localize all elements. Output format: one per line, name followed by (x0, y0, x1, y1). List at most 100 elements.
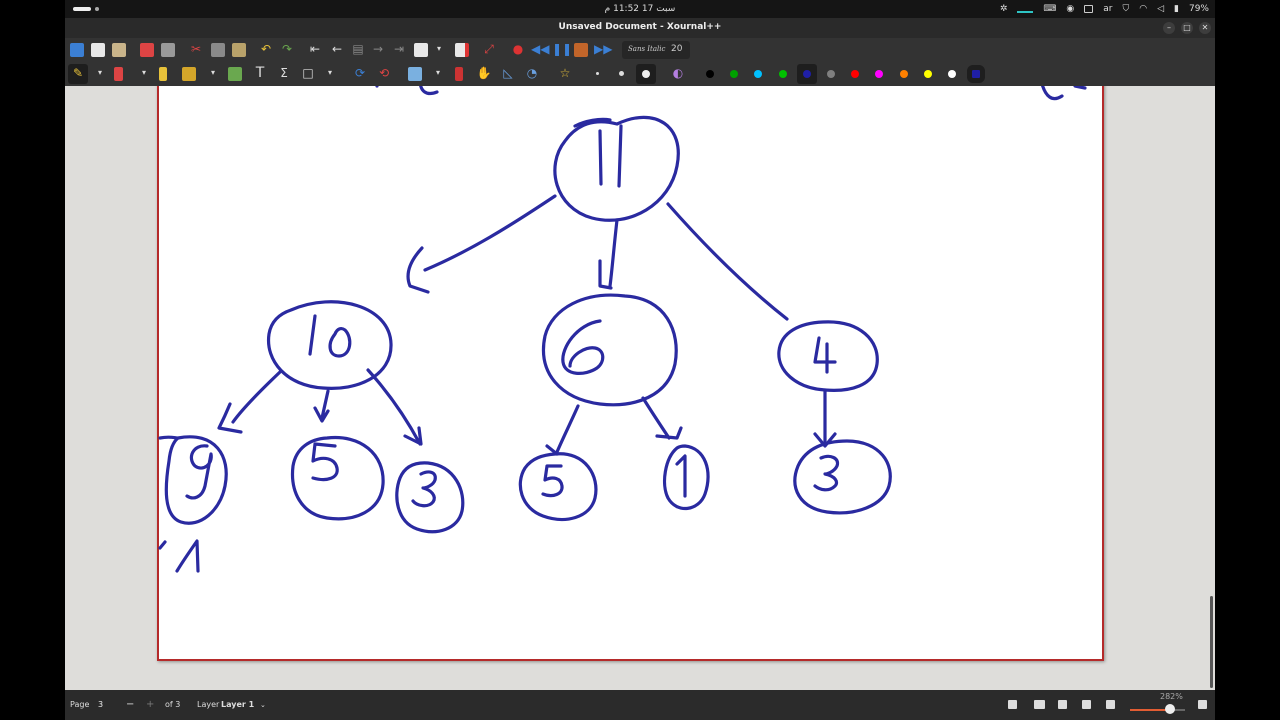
horizontal-layout-icon[interactable] (1082, 700, 1091, 709)
settings-icon[interactable]: ✲ (1000, 3, 1008, 15)
highlighter-icon[interactable] (159, 67, 167, 81)
pen-dropdown-icon[interactable]: ▾ (92, 65, 108, 81)
play-object-icon[interactable]: ☆ (557, 65, 573, 81)
color-blue-swatch[interactable] (802, 70, 811, 78)
insert-page-icon[interactable] (414, 43, 428, 57)
page-number-input[interactable]: 3 (93, 697, 119, 713)
shape-dropdown-icon[interactable]: ▾ (322, 65, 338, 81)
increment-page-button[interactable]: + (146, 700, 154, 710)
decrement-page-button[interactable]: − (126, 700, 134, 710)
digit-5b (541, 464, 564, 498)
stop-icon[interactable] (574, 43, 588, 57)
text-tool-icon[interactable]: T (252, 65, 268, 81)
minimize-button[interactable]: – (1163, 22, 1175, 34)
rewind-icon[interactable]: ◀◀ (531, 41, 549, 57)
indicator-icon[interactable] (1017, 11, 1034, 13)
fullscreen-icon[interactable]: ⤢ (481, 41, 497, 57)
color-green-swatch[interactable] (730, 70, 739, 78)
select-dropdown-icon[interactable]: ▾ (205, 65, 221, 81)
color-yellow-swatch[interactable] (923, 70, 932, 78)
eraser-dropdown-icon[interactable]: ▾ (136, 65, 152, 81)
paste-icon[interactable] (232, 43, 246, 57)
wifi-icon[interactable]: ◠ (1139, 3, 1147, 15)
edge-10-to-5 (313, 389, 330, 423)
image-icon[interactable] (228, 67, 242, 81)
fill-icon[interactable] (408, 67, 422, 81)
previous-page-icon[interactable]: ← (329, 41, 345, 57)
color-gray-swatch[interactable] (827, 70, 835, 78)
zoom-slider-knob[interactable] (1165, 704, 1176, 714)
export-pdf-icon[interactable] (140, 43, 154, 57)
ruler-icon[interactable]: ⟲ (376, 65, 392, 81)
keyboard-icon[interactable]: ⌨ (1043, 3, 1056, 15)
color-orange-swatch[interactable] (899, 70, 908, 78)
fill-dropdown-icon[interactable]: ▾ (430, 65, 446, 81)
layer-dropdown-icon[interactable]: ⌄ (260, 700, 266, 710)
thick-line-icon[interactable] (642, 70, 650, 78)
cut-icon[interactable]: ✂ (188, 41, 204, 57)
battery-percent: 79% (1188, 4, 1209, 14)
pause-icon[interactable]: ❚❚ (552, 41, 572, 57)
medium-line-icon[interactable] (619, 71, 624, 76)
clipboard-icon[interactable] (1084, 5, 1094, 13)
goto-page-icon[interactable]: ▤ (350, 41, 366, 57)
presentation-view-icon[interactable] (1034, 700, 1045, 709)
two-page-view-icon[interactable] (1008, 700, 1017, 709)
layer-selector[interactable]: Layer 1 (221, 700, 254, 710)
fast-forward-icon[interactable]: ▶▶ (594, 41, 612, 57)
vertical-space-icon[interactable] (455, 67, 463, 81)
undo-icon[interactable]: ↶ (258, 41, 274, 57)
latex-icon[interactable]: Σ (276, 65, 292, 81)
last-page-icon[interactable]: ⇥ (391, 41, 407, 57)
dashed-line-icon[interactable]: ◐ (670, 65, 686, 81)
select-region-icon[interactable] (182, 67, 196, 81)
setsquare-icon[interactable]: ◺ (500, 65, 516, 81)
print-icon[interactable] (161, 43, 175, 57)
next-page-icon[interactable]: → (370, 41, 386, 57)
shield-icon[interactable]: ⛉ (1122, 3, 1129, 15)
color-magenta-swatch[interactable] (875, 70, 884, 78)
node-5a-circle (290, 435, 385, 521)
color-custom-blue-swatch[interactable] (967, 65, 986, 83)
font-size: 20 (671, 44, 683, 54)
zoom-100-icon[interactable] (1198, 700, 1207, 709)
copy-icon[interactable] (211, 43, 225, 57)
zoom-fit-icon[interactable] (1106, 700, 1115, 709)
font-selector[interactable]: Sans Italic 20 (622, 41, 690, 59)
compass-icon[interactable]: ◔ (524, 65, 540, 81)
color-light-green-swatch[interactable] (778, 70, 787, 78)
shape-icon[interactable]: □ (300, 65, 316, 81)
maximize-button[interactable]: □ (1181, 22, 1193, 34)
color-red-swatch[interactable] (851, 70, 860, 78)
new-document-icon[interactable] (91, 43, 105, 57)
zoom-slider-track[interactable] (1130, 709, 1185, 711)
zoom-level: 282% (1160, 692, 1183, 701)
vertical-layout-icon[interactable] (1058, 700, 1067, 709)
color-white-swatch[interactable] (948, 70, 956, 78)
redo-icon[interactable]: ↷ (279, 41, 295, 57)
language-indicator[interactable]: ar (1103, 3, 1112, 15)
battery-icon[interactable]: ▮ (1174, 3, 1179, 15)
first-page-icon[interactable]: ⇤ (307, 41, 323, 57)
pen-icon[interactable]: ✎ (70, 65, 86, 81)
color-cyan-swatch[interactable] (754, 70, 763, 78)
color-black-swatch[interactable] (706, 70, 714, 78)
thin-line-icon[interactable] (596, 72, 599, 75)
vertical-scrollbar[interactable] (1210, 596, 1213, 688)
digit-6 (561, 319, 605, 375)
status-bar: Page 3 − + of 3 Layer Layer 1 ⌄ 282% (65, 690, 1215, 720)
volume-icon[interactable]: ◁ (1157, 3, 1164, 15)
delete-page-icon[interactable] (455, 43, 469, 57)
edge-10-to-9 (217, 370, 282, 434)
save-icon[interactable] (70, 43, 84, 57)
open-folder-icon[interactable] (112, 43, 126, 57)
recorder-icon[interactable]: ◉ (1066, 3, 1074, 15)
close-button[interactable]: ✕ (1199, 22, 1211, 34)
hand-icon[interactable]: ✋ (476, 65, 492, 81)
eraser-icon[interactable] (114, 67, 123, 81)
document-canvas[interactable] (65, 86, 1215, 690)
digit-minus-1-fragment (158, 539, 200, 573)
shape-recognizer-icon[interactable]: ⟳ (352, 65, 368, 81)
insert-page-dropdown-icon[interactable]: ▾ (431, 41, 447, 57)
record-icon[interactable]: ● (510, 41, 526, 57)
